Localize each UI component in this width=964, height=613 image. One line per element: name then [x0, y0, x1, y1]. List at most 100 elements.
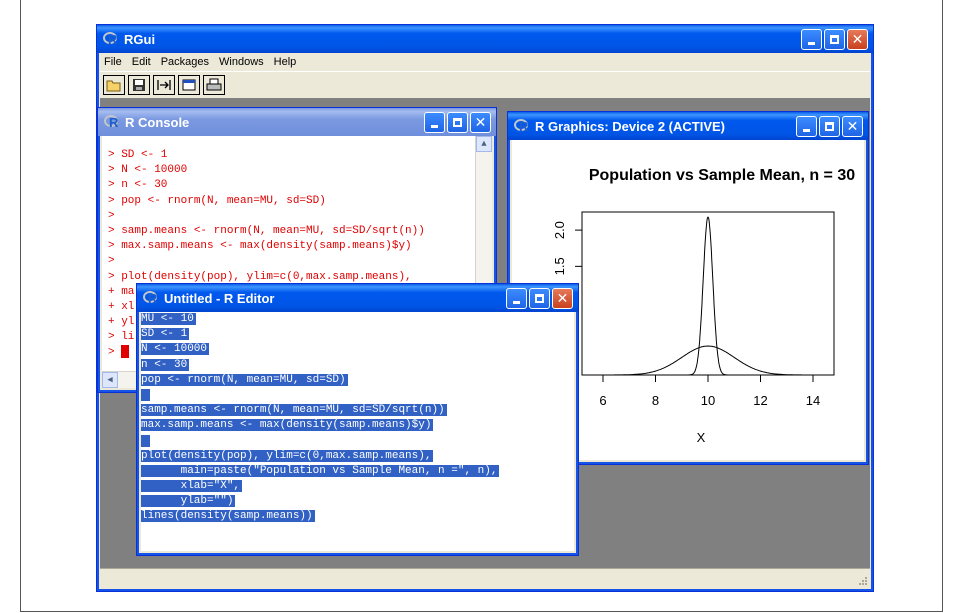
menubar: File Edit Packages Windows Help	[100, 53, 870, 71]
editor-line: max.samp.means <- max(density(samp.means…	[141, 418, 574, 433]
editor-window: R Untitled - R Editor ✕ MU <- 10 SD <- 1…	[136, 283, 579, 556]
minimize-icon	[803, 129, 810, 132]
save-icon	[133, 79, 145, 91]
text-cursor	[120, 345, 129, 359]
maximize-icon	[535, 294, 544, 303]
console-line: > N <- 10000	[108, 164, 188, 177]
menu-edit[interactable]: Edit	[132, 56, 151, 68]
editor-line-text: ylab="")	[141, 495, 236, 508]
close-icon: ✕	[474, 114, 487, 131]
editor-line	[141, 434, 574, 449]
editor-line: ylab="")	[141, 494, 574, 509]
x-tick-label: 6	[599, 393, 606, 408]
scroll-up-icon[interactable]: ▲	[476, 136, 492, 152]
minimize-icon	[513, 301, 520, 304]
editor-line	[141, 388, 574, 403]
r-logo-icon: R	[103, 31, 119, 47]
scroll-left-icon[interactable]: ◀	[102, 372, 118, 388]
rgui-titlebar[interactable]: R RGui ✕	[97, 25, 873, 53]
editor-line-text: n <- 30	[141, 358, 190, 371]
maximize-icon	[825, 122, 834, 131]
editor-line: lines(density(samp.means))	[141, 509, 574, 524]
editor-title: Untitled - R Editor	[164, 290, 275, 306]
graphics-minimize-button[interactable]	[796, 116, 817, 137]
graphics-titlebar[interactable]: R R Graphics: Device 2 (ACTIVE) ✕	[508, 112, 868, 140]
save-button[interactable]	[128, 75, 150, 95]
print-button[interactable]	[203, 75, 225, 95]
editor-line: xlab="X",	[141, 479, 574, 494]
editor-line-text: N <- 10000	[141, 343, 210, 356]
r-logo-icon: R	[514, 118, 530, 134]
editor-line-text: xlab="X",	[141, 480, 243, 493]
close-icon: ✕	[851, 31, 864, 48]
editor-line: n <- 30	[141, 358, 574, 373]
menu-help[interactable]: Help	[274, 56, 297, 68]
editor-line-text: main=paste("Population vs Sample Mean, n…	[141, 464, 500, 477]
editor-line: MU <- 10	[141, 312, 574, 327]
y-tick-label: 1.5	[552, 257, 567, 275]
y-tick-label: 2.0	[552, 221, 567, 239]
editor-line-text: pop <- rnorm(N, mean=MU, sd=SD)	[141, 373, 348, 386]
x-tick-label: 12	[753, 393, 767, 408]
editor-line-text: SD <- 1	[141, 328, 190, 341]
menu-file[interactable]: File	[104, 56, 122, 68]
editor-titlebar[interactable]: R Untitled - R Editor ✕	[137, 284, 578, 312]
load-workspace-icon	[157, 80, 171, 90]
editor-close-button[interactable]: ✕	[552, 288, 573, 309]
console-line: >	[108, 209, 115, 222]
editor-line-text: max.samp.means <- max(density(samp.means…	[141, 419, 434, 432]
resize-grip-icon[interactable]	[856, 574, 868, 586]
console-title: R Console	[125, 114, 190, 130]
menu-packages[interactable]: Packages	[161, 56, 209, 68]
console-line: > SD <- 1	[108, 149, 168, 161]
maximize-icon	[830, 35, 839, 44]
graphics-title: R Graphics: Device 2 (ACTIVE)	[535, 118, 725, 134]
close-icon: ✕	[846, 118, 859, 135]
r-logo-icon: R	[104, 114, 120, 130]
maximize-icon	[453, 118, 462, 127]
editor-line-text	[141, 388, 150, 401]
console-line: > pop <- rnorm(N, mean=MU, sd=SD)	[108, 194, 326, 207]
density-line	[603, 345, 813, 376]
editor-line-text: lines(density(samp.means))	[141, 510, 315, 523]
close-icon: ✕	[556, 290, 569, 307]
editor-line-text	[141, 434, 150, 447]
console-icon	[182, 79, 196, 91]
editor-minimize-button[interactable]	[506, 288, 527, 309]
console-titlebar[interactable]: R R Console ✕	[98, 108, 496, 136]
x-tick-label: 14	[806, 393, 820, 408]
console-prompt: >	[108, 346, 115, 359]
editor-text-area[interactable]: MU <- 10 SD <- 1 N <- 10000 n <- 30 pop …	[141, 312, 574, 551]
console-close-button[interactable]: ✕	[470, 112, 491, 133]
console-line: > max.samp.means <- max(density(samp.mea…	[108, 240, 412, 253]
graphics-maximize-button[interactable]	[819, 116, 840, 137]
r-logo-icon: R	[143, 290, 159, 306]
toolbar	[100, 71, 870, 99]
editor-line: N <- 10000	[141, 342, 574, 357]
maximize-button[interactable]	[824, 29, 845, 50]
status-bar	[100, 568, 870, 588]
rgui-title: RGui	[124, 31, 156, 47]
console-maximize-button[interactable]	[447, 112, 468, 133]
x-tick-label: 10	[701, 393, 715, 408]
minimize-button[interactable]	[801, 29, 822, 50]
editor-line: samp.means <- rnorm(N, mean=MU, sd=SD/sq…	[141, 403, 574, 418]
plot-box	[581, 211, 835, 376]
console-minimize-button[interactable]	[424, 112, 445, 133]
graphics-close-button[interactable]: ✕	[842, 116, 863, 137]
load-workspace-button[interactable]	[153, 75, 175, 95]
editor-line: SD <- 1	[141, 327, 574, 342]
x-tick-label: 8	[652, 393, 659, 408]
open-button[interactable]	[103, 75, 125, 95]
console-line: > n <- 30	[108, 179, 168, 192]
minimize-icon	[431, 125, 438, 128]
open-icon	[106, 80, 121, 92]
print-icon	[206, 78, 222, 91]
editor-maximize-button[interactable]	[529, 288, 550, 309]
menu-windows[interactable]: Windows	[219, 56, 264, 68]
editor-line: pop <- rnorm(N, mean=MU, sd=SD)	[141, 373, 574, 388]
console-line: >	[108, 255, 115, 268]
plot-title: Population vs Sample Mean, n = 30	[589, 167, 855, 184]
close-button[interactable]: ✕	[847, 29, 868, 50]
console-button[interactable]	[178, 75, 200, 95]
